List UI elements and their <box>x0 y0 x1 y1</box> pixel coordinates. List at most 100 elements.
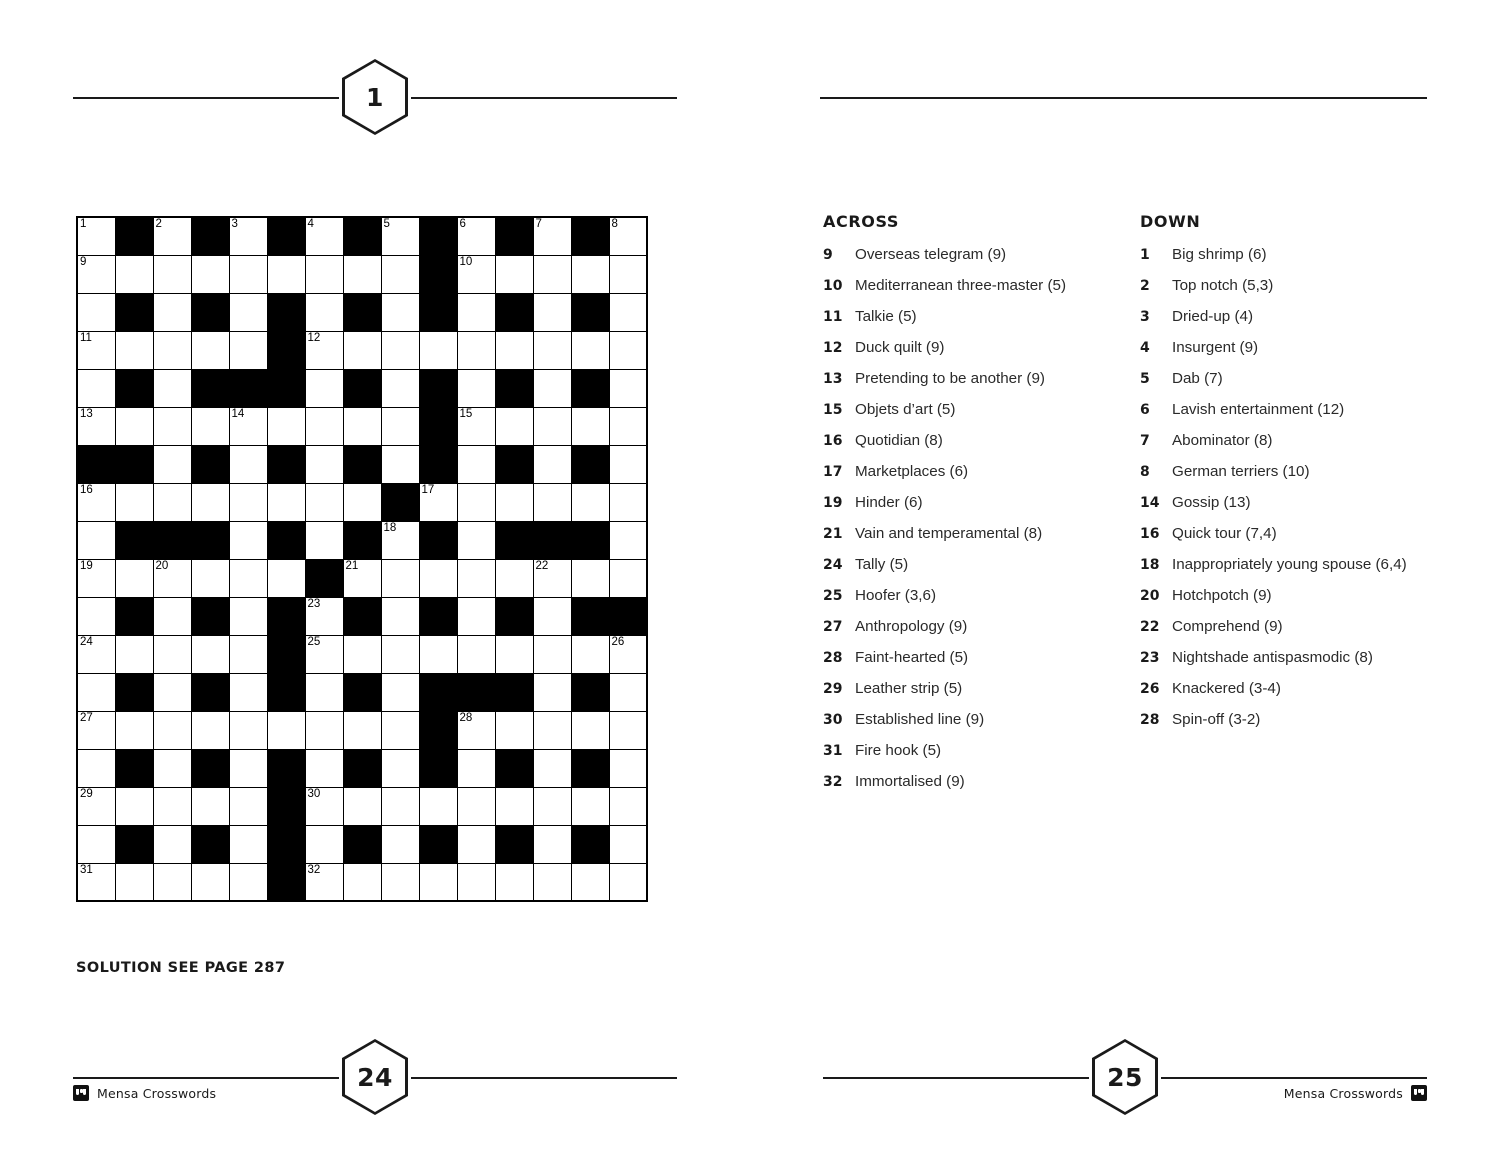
crossword-cell[interactable] <box>76 824 116 864</box>
crossword-cell[interactable]: 4 <box>304 216 344 256</box>
crossword-cell[interactable] <box>494 634 534 674</box>
crossword-cell[interactable] <box>266 710 306 750</box>
down-clue-item[interactable]: 8 German terriers (10) <box>1140 461 1440 484</box>
down-clue-item[interactable]: 14 Gossip (13) <box>1140 492 1440 515</box>
crossword-cell[interactable] <box>304 444 344 484</box>
crossword-cell[interactable] <box>228 292 268 332</box>
crossword-cell[interactable] <box>380 368 420 408</box>
crossword-cell[interactable] <box>304 482 344 522</box>
crossword-cell[interactable]: 24 <box>76 634 116 674</box>
crossword-cell[interactable]: 11 <box>76 330 116 370</box>
crossword-cell[interactable]: 21 <box>342 558 382 598</box>
down-clue-item[interactable]: 5 Dab (7) <box>1140 368 1440 391</box>
crossword-cell[interactable] <box>342 710 382 750</box>
crossword-cell[interactable] <box>152 862 192 902</box>
crossword-cell[interactable] <box>304 520 344 560</box>
crossword-cell[interactable] <box>532 406 572 446</box>
crossword-cell[interactable] <box>76 368 116 408</box>
crossword-cell[interactable] <box>190 710 230 750</box>
crossword-cell[interactable] <box>114 254 154 294</box>
down-clue-item[interactable]: 2 Top notch (5,3) <box>1140 275 1440 298</box>
crossword-cell[interactable] <box>190 786 230 826</box>
crossword-cell[interactable] <box>532 672 572 712</box>
crossword-cell[interactable] <box>190 634 230 674</box>
crossword-cell[interactable] <box>608 748 648 788</box>
crossword-cell[interactable] <box>228 824 268 864</box>
crossword-cell[interactable]: 7 <box>532 216 572 256</box>
crossword-cell[interactable] <box>228 710 268 750</box>
crossword-cell[interactable] <box>456 558 496 598</box>
crossword-cell[interactable] <box>570 634 610 674</box>
crossword-cell[interactable] <box>304 254 344 294</box>
crossword-cell[interactable] <box>380 710 420 750</box>
crossword-cell[interactable] <box>418 634 458 674</box>
crossword-cell[interactable] <box>152 482 192 522</box>
down-clue-item[interactable]: 20 Hotchpotch (9) <box>1140 585 1440 608</box>
crossword-cell[interactable] <box>266 406 306 446</box>
crossword-cell[interactable]: 15 <box>456 406 496 446</box>
crossword-cell[interactable] <box>532 824 572 864</box>
crossword-cell[interactable] <box>114 634 154 674</box>
crossword-cell[interactable] <box>190 330 230 370</box>
crossword-cell[interactable] <box>494 482 534 522</box>
crossword-cell[interactable] <box>228 330 268 370</box>
crossword-cell[interactable] <box>304 710 344 750</box>
crossword-cell[interactable] <box>152 786 192 826</box>
crossword-cell[interactable] <box>570 482 610 522</box>
crossword-cell[interactable] <box>114 558 154 598</box>
crossword-cell[interactable] <box>494 862 534 902</box>
crossword-cell[interactable] <box>380 748 420 788</box>
across-clue-item[interactable]: 17 Marketplaces (6) <box>823 461 1103 484</box>
crossword-cell[interactable]: 29 <box>76 786 116 826</box>
crossword-grid[interactable]: 1 2 3 4 5 6 7 8 9 10 11 12 13 14 15 16 17 18 19 20 21 22 23 24 2… <box>76 216 648 902</box>
crossword-cell[interactable] <box>380 634 420 674</box>
crossword-cell[interactable] <box>114 786 154 826</box>
crossword-cell[interactable] <box>570 710 610 750</box>
crossword-cell[interactable]: 5 <box>380 216 420 256</box>
down-clue-item[interactable]: 7 Abominator (8) <box>1140 430 1440 453</box>
crossword-cell[interactable]: 6 <box>456 216 496 256</box>
crossword-cell[interactable] <box>228 634 268 674</box>
down-clue-item[interactable]: 28 Spin-off (3-2) <box>1140 709 1440 732</box>
crossword-cell[interactable]: 26 <box>608 634 648 674</box>
crossword-cell[interactable] <box>304 672 344 712</box>
crossword-cell[interactable] <box>228 596 268 636</box>
crossword-cell[interactable] <box>456 482 496 522</box>
crossword-cell[interactable] <box>532 330 572 370</box>
across-clue-item[interactable]: 9 Overseas telegram (9) <box>823 244 1103 267</box>
crossword-cell[interactable] <box>570 862 610 902</box>
across-clue-item[interactable]: 15 Objets d’art (5) <box>823 399 1103 422</box>
crossword-cell[interactable] <box>494 558 534 598</box>
crossword-cell[interactable] <box>228 444 268 484</box>
across-clue-item[interactable]: 24 Tally (5) <box>823 554 1103 577</box>
crossword-cell[interactable] <box>456 748 496 788</box>
down-clue-item[interactable]: 3 Dried-up (4) <box>1140 306 1440 329</box>
crossword-cell[interactable] <box>76 596 116 636</box>
crossword-cell[interactable] <box>456 292 496 332</box>
crossword-cell[interactable] <box>608 558 648 598</box>
crossword-cell[interactable] <box>152 748 192 788</box>
crossword-cell[interactable] <box>228 520 268 560</box>
crossword-cell[interactable]: 19 <box>76 558 116 598</box>
across-clue-item[interactable]: 21 Vain and temperamental (8) <box>823 523 1103 546</box>
crossword-cell[interactable] <box>380 596 420 636</box>
across-clue-item[interactable]: 12 Duck quilt (9) <box>823 337 1103 360</box>
crossword-cell[interactable] <box>494 254 534 294</box>
crossword-cell[interactable] <box>342 634 382 674</box>
crossword-cell[interactable]: 10 <box>456 254 496 294</box>
crossword-cell[interactable] <box>456 596 496 636</box>
crossword-cell[interactable]: 20 <box>152 558 192 598</box>
crossword-cell[interactable] <box>304 824 344 864</box>
crossword-cell[interactable] <box>380 558 420 598</box>
crossword-cell[interactable] <box>380 862 420 902</box>
crossword-cell[interactable] <box>608 444 648 484</box>
crossword-cell[interactable] <box>114 330 154 370</box>
across-clue-item[interactable]: 32 Immortalised (9) <box>823 771 1103 794</box>
crossword-cell[interactable]: 17 <box>418 482 458 522</box>
crossword-cell[interactable] <box>494 330 534 370</box>
crossword-cell[interactable] <box>570 558 610 598</box>
crossword-cell[interactable] <box>380 330 420 370</box>
crossword-cell[interactable]: 9 <box>76 254 116 294</box>
crossword-cell[interactable] <box>608 368 648 408</box>
crossword-cell[interactable] <box>190 482 230 522</box>
